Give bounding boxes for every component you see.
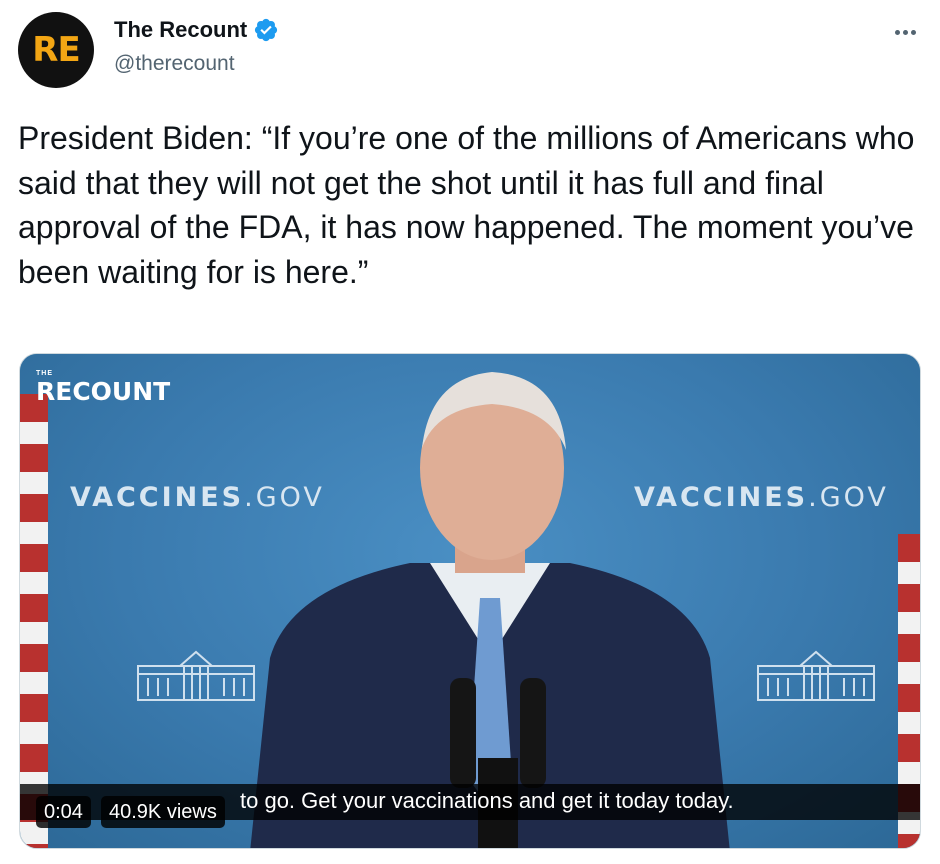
recount-watermark: THE RECOUNT (36, 370, 171, 406)
author-handle[interactable]: @therecount (114, 52, 235, 76)
video-view-count: 40.9K views (101, 796, 225, 828)
more-options-button[interactable] (890, 22, 920, 42)
video-timestamp: 0:04 (36, 796, 91, 828)
verified-badge-icon (255, 18, 278, 42)
tweet-text: President Biden: “If you’re one of the m… (18, 120, 915, 290)
avatar-logo-text: RE (32, 30, 80, 70)
video-player[interactable]: VACCINES.GOV VACCINES.GOV THE RECOUNT to… (19, 353, 921, 849)
author-name-row: The Recount (114, 17, 279, 43)
flag-left (20, 394, 48, 848)
author-avatar[interactable]: RE (18, 12, 94, 88)
video-caption: to go. Get your vaccinations and get it … (240, 788, 734, 813)
author-display-name[interactable]: The Recount (114, 17, 247, 43)
ellipsis-icon (894, 29, 900, 35)
white-house-icon (757, 650, 875, 701)
speaker-figure (250, 372, 730, 848)
